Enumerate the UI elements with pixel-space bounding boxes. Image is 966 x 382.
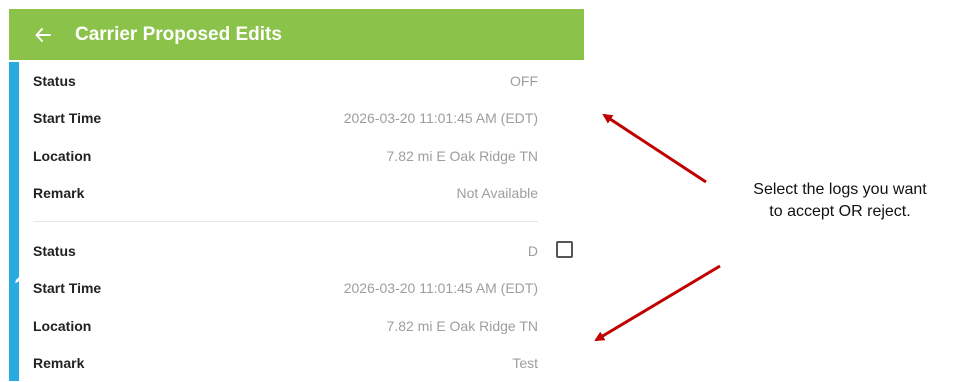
arrow-down [596, 266, 720, 340]
callout-line-2: to accept OR reject. [722, 201, 958, 223]
callout-line-1: Select the logs you want [722, 179, 958, 201]
arrow-up [604, 115, 706, 182]
instruction-callout: Select the logs you want to accept OR re… [722, 179, 958, 223]
